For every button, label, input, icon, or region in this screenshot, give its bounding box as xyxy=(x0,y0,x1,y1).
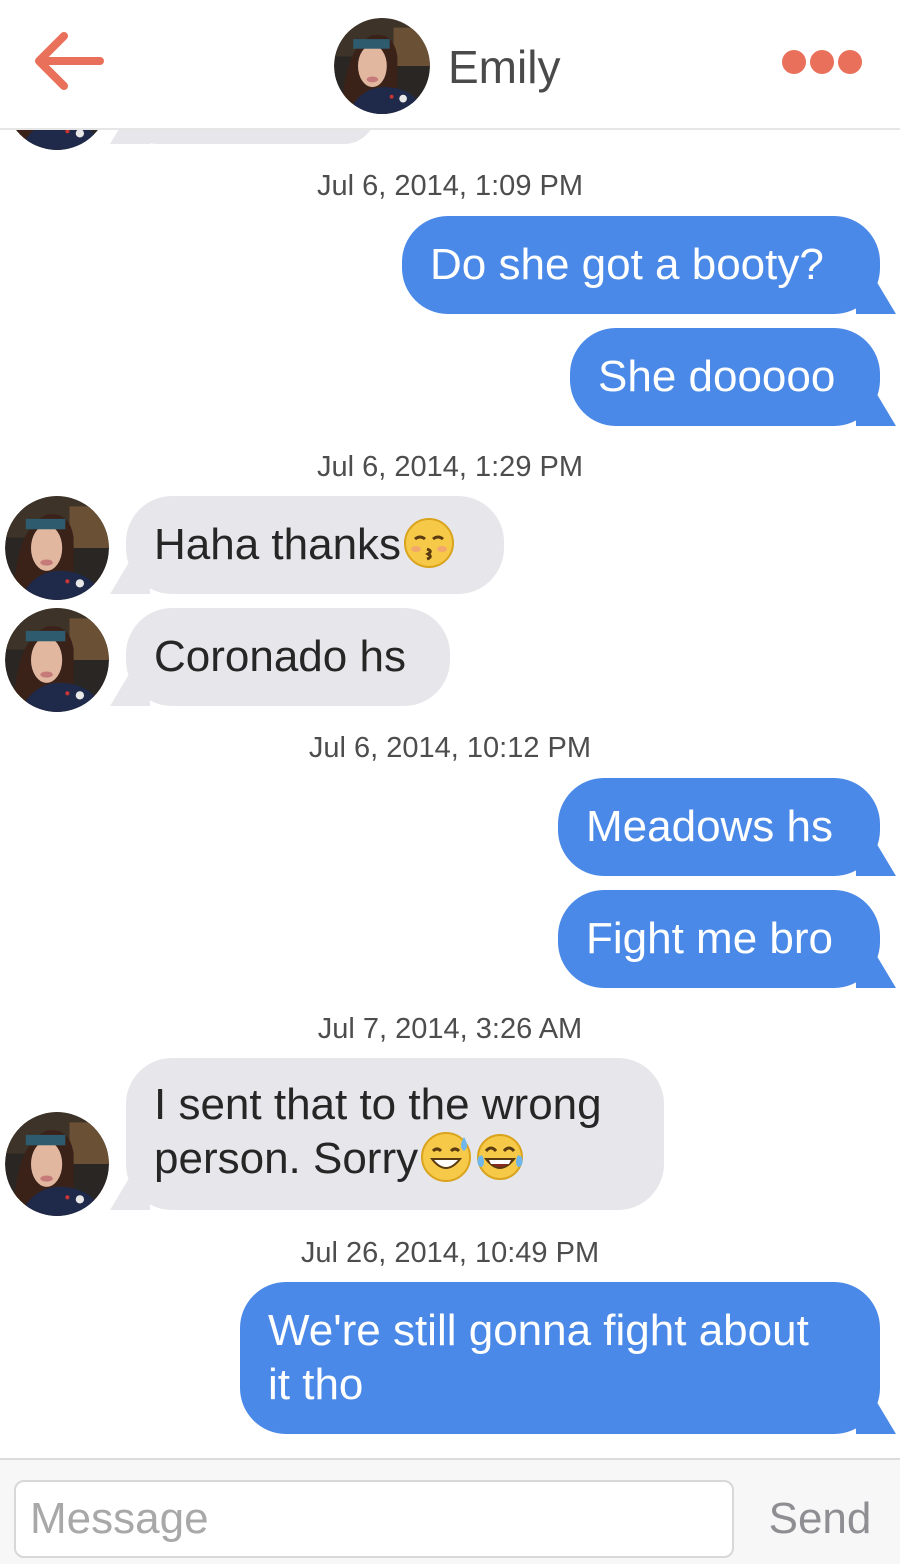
message-text: Do she got a booty? xyxy=(430,240,824,289)
message-thread: Jul 6, 2014, 1:09 PM Do she got a booty?… xyxy=(0,0,900,1460)
message-text: Coronado hs xyxy=(154,632,406,681)
message-text: She dooooo xyxy=(598,352,836,401)
outgoing-message-bubble[interactable]: She dooooo xyxy=(570,328,880,426)
back-button[interactable] xyxy=(30,28,106,94)
message-timestamp: Jul 6, 2014, 1:29 PM xyxy=(317,451,583,483)
message-text-line: I sent that to the wrong xyxy=(154,1080,602,1129)
outgoing-message-bubble[interactable]: Meadows hs xyxy=(558,778,880,876)
contact-avatar[interactable] xyxy=(5,1112,109,1216)
tears-of-joy-emoji xyxy=(477,1134,524,1181)
incoming-message-bubble[interactable]: I sent that to the wrong person. Sorry xyxy=(126,1058,664,1210)
arrow-left-icon xyxy=(35,32,104,90)
message-timestamp: Jul 6, 2014, 1:09 PM xyxy=(317,170,583,202)
contact-avatar[interactable] xyxy=(5,496,109,600)
incoming-message-bubble[interactable]: Coronado hs xyxy=(126,608,450,706)
more-dots-icon xyxy=(782,50,862,74)
kissing-face-closed-eyes-emoji xyxy=(404,518,455,569)
chat-header: Emily xyxy=(0,0,900,130)
message-text: Fight me bro xyxy=(586,914,833,963)
message-timestamp: Jul 7, 2014, 3:26 AM xyxy=(317,1013,583,1045)
outgoing-message-bubble[interactable]: Do she got a booty? xyxy=(402,216,880,314)
message-text-line-2: person. Sorry xyxy=(154,1132,664,1187)
message-timestamp: Jul 6, 2014, 10:12 PM xyxy=(308,732,592,764)
message-text: Haha thanks xyxy=(154,520,402,569)
contact-avatar[interactable] xyxy=(5,608,109,712)
message-composer: Send xyxy=(0,1458,900,1564)
more-options-button[interactable] xyxy=(778,46,868,78)
outgoing-message-bubble[interactable]: We're still gonna fight about it tho xyxy=(240,1282,880,1434)
message-text-line: We're still gonna fight about xyxy=(268,1306,809,1355)
send-button[interactable]: Send xyxy=(750,1482,890,1556)
message-text: Meadows hs xyxy=(586,802,834,851)
contact-name[interactable]: Emily xyxy=(448,38,560,96)
message-text-line: person. Sorry xyxy=(154,1134,419,1183)
message-text-line: it tho xyxy=(268,1360,364,1409)
grinning-sweat-emoji xyxy=(421,1132,472,1183)
message-input[interactable] xyxy=(14,1480,734,1558)
message-timestamp: Jul 26, 2014, 10:49 PM xyxy=(300,1237,600,1269)
incoming-message-bubble[interactable]: Haha thanks xyxy=(126,496,504,594)
contact-avatar-header[interactable] xyxy=(334,18,430,114)
outgoing-message-bubble[interactable]: Fight me bro xyxy=(558,890,880,988)
